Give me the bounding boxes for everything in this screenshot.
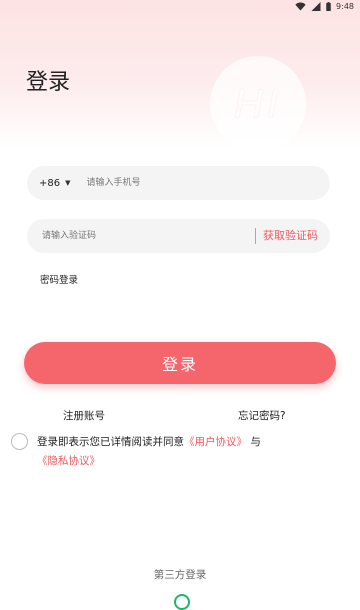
agreement-prefix: 登录即表示您已详情阅读并同意: [37, 436, 184, 448]
phone-input[interactable]: [84, 177, 289, 189]
verification-code-field: 获取验证码: [27, 219, 330, 253]
privacy-policy-link[interactable]: 《隐私协议》: [37, 455, 100, 467]
agree-checkbox[interactable]: [11, 433, 28, 450]
signal-icon: [311, 2, 321, 11]
password-login-link[interactable]: 密码登录: [40, 272, 78, 286]
phone-field: +86 ▼: [27, 166, 330, 200]
page-title: 登录: [26, 70, 71, 95]
user-agreement-link[interactable]: 《用户协议》: [184, 436, 247, 448]
code-divider: [255, 228, 256, 244]
country-code-label: +86: [39, 177, 61, 189]
status-bar: 9:48: [0, 0, 360, 14]
wechat-icon[interactable]: [174, 594, 190, 610]
chevron-down-icon: ▼: [65, 179, 71, 187]
country-code-selector[interactable]: +86 ▼: [39, 178, 71, 189]
status-icons: 9:48: [295, 2, 354, 11]
third-party-login-label: 第三方登录: [153, 569, 207, 581]
verification-code-input[interactable]: [40, 230, 224, 242]
login-button[interactable]: 登录: [24, 342, 336, 384]
forgot-password-link[interactable]: 忘记密码?: [238, 408, 286, 423]
agreement-conjunction: 与: [250, 436, 261, 448]
agreement-text: 登录即表示您已详情阅读并同意《用户协议》 与 《隐私协议》: [37, 433, 327, 471]
register-link[interactable]: 注册账号: [63, 408, 105, 423]
battery-icon: [326, 2, 331, 11]
wifi-icon: [295, 2, 306, 11]
hi-decoration: HI: [210, 56, 306, 152]
status-time: 9:48: [336, 2, 354, 11]
get-code-button[interactable]: 获取验证码: [263, 219, 318, 253]
